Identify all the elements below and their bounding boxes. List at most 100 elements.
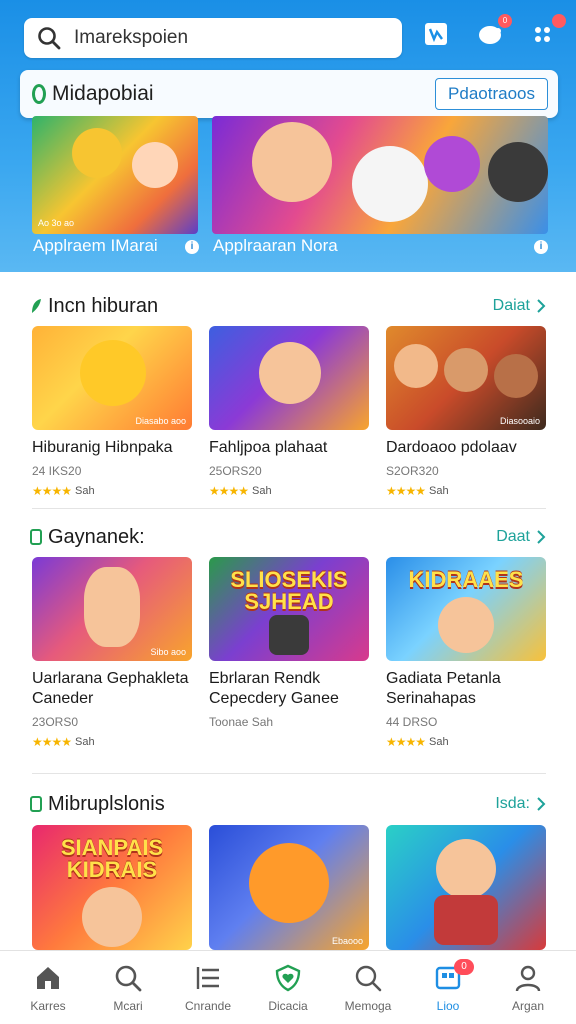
rating-stars-icon: ★★★★ bbox=[32, 735, 72, 749]
nav-item-search[interactable]: Mcari bbox=[94, 963, 162, 1013]
see-more-link[interactable]: Daat bbox=[496, 528, 546, 546]
store-leaf-icon bbox=[32, 84, 46, 104]
thumbnail-caption: Diasooaio bbox=[499, 416, 540, 426]
see-more-label: Isda: bbox=[495, 795, 530, 812]
banner-2-label[interactable]: Applraaran Nora bbox=[213, 236, 338, 256]
wallet-button[interactable] bbox=[422, 20, 450, 48]
banner-bear-art bbox=[72, 128, 122, 178]
chevron-right-icon bbox=[537, 797, 546, 811]
app-thumbnail[interactable] bbox=[386, 825, 546, 950]
info-icon[interactable]: i bbox=[534, 240, 548, 254]
orange-bear-art bbox=[249, 843, 329, 923]
game-art-title: SLIOSEKIS SJHEAD bbox=[230, 567, 348, 614]
app-row-games: Sibo aoo Uarlarana Gephakleta Caneder 23… bbox=[32, 557, 546, 749]
app-card[interactable] bbox=[386, 825, 546, 950]
nav-item-profile[interactable]: Argan bbox=[494, 963, 562, 1013]
character-art bbox=[394, 344, 438, 388]
app-thumbnail[interactable]: SLIOSEKIS SJHEAD bbox=[209, 557, 369, 661]
banner-tag: Ao 3o ao bbox=[38, 218, 75, 228]
app-meta: 24 IKS20 bbox=[32, 464, 82, 478]
app-thumbnail[interactable]: Diasabo aoo bbox=[32, 326, 192, 430]
magnifier-icon bbox=[355, 965, 382, 991]
app-title: Gadiata Petanla Serinahapas bbox=[386, 670, 501, 707]
banner-robot-art bbox=[488, 142, 548, 202]
app-rating: ★★★★ Sah bbox=[32, 484, 192, 498]
app-meta: 23ORS0 bbox=[32, 715, 79, 729]
bottom-navigation: Karres Mcari Cnrande Dicacia Memoga 0 Li… bbox=[0, 950, 576, 1024]
header-area: 0 Midapobiai Pdaotraoos Ao 3o ao Applrae… bbox=[0, 0, 576, 272]
app-card[interactable]: SIANPAIS KIDRAIS bbox=[32, 825, 192, 950]
nav-item-categories[interactable]: Cnrande bbox=[174, 963, 242, 1013]
rating-stars-icon: ★★★★ bbox=[386, 735, 426, 749]
app-title: Ebrlaran Rendk Cepecdery Ganee bbox=[209, 670, 339, 707]
thumbnail-caption: Ebaooo bbox=[331, 936, 363, 946]
app-card[interactable]: Ebaooo bbox=[209, 825, 369, 950]
info-icon[interactable]: i bbox=[185, 240, 199, 254]
app-meta: Toonae Sah bbox=[209, 715, 274, 729]
chevron-right-icon bbox=[537, 299, 546, 313]
list-icon bbox=[196, 966, 219, 989]
home-icon bbox=[37, 966, 59, 989]
wallet-icon bbox=[425, 23, 447, 45]
nav-item-home[interactable]: Karres bbox=[14, 963, 82, 1013]
app-title: Hiburanig Hibnpaka bbox=[32, 439, 173, 456]
boy-character-art bbox=[82, 887, 142, 947]
more-apps-button[interactable] bbox=[530, 14, 566, 48]
app-thumbnail[interactable]: Ebaooo bbox=[209, 825, 369, 950]
app-card[interactable]: SLIOSEKIS SJHEAD Ebrlaran Rendk Cepecder… bbox=[209, 557, 369, 749]
app-rating: ★★★★ Sah bbox=[32, 735, 192, 749]
notification-badge: 0 bbox=[498, 14, 512, 28]
app-card[interactable]: Diasabo aoo Hiburanig Hibnpaka 24 IKS20 … bbox=[32, 326, 192, 498]
featured-banner-1[interactable]: Ao 3o ao bbox=[32, 116, 198, 234]
nav-item-library[interactable]: 0 Lioo bbox=[414, 958, 482, 1013]
bear-art bbox=[80, 340, 146, 406]
store-name: Midapobiai bbox=[52, 82, 154, 105]
rating-label: Sah bbox=[75, 736, 95, 748]
store-action-button[interactable]: Pdaotraoos bbox=[435, 78, 548, 110]
notification-button[interactable]: 0 bbox=[476, 14, 512, 48]
app-rating: ★★★★ Sah bbox=[209, 484, 369, 498]
see-more-label: Daiat bbox=[492, 297, 530, 314]
boy-character-art bbox=[438, 597, 494, 653]
see-more-link[interactable]: Daiat bbox=[493, 297, 546, 315]
hero-boy-art bbox=[259, 342, 321, 404]
shield-heart-icon bbox=[275, 964, 301, 991]
apps-badge bbox=[552, 14, 566, 28]
rating-label: Sah bbox=[429, 485, 449, 497]
nav-item-discover[interactable]: Memoga bbox=[334, 963, 402, 1013]
banner-ball-art bbox=[424, 136, 480, 192]
section-header-entertainment: Incn hiburan Daiat bbox=[30, 292, 546, 320]
see-more-link[interactable]: Isda: bbox=[495, 795, 546, 813]
app-card[interactable]: Fahljpoa plahaat 25ORS20 ★★★★ Sah bbox=[209, 326, 369, 498]
app-meta: S2OR320 bbox=[386, 464, 439, 478]
game-art-title: KIDRAAES bbox=[408, 567, 524, 592]
featured-banner-2[interactable] bbox=[212, 116, 548, 234]
store-bar[interactable]: Midapobiai Pdaotraoos bbox=[20, 70, 558, 118]
search-icon bbox=[115, 965, 142, 991]
section-header-games: Gaynanek: Daat bbox=[30, 523, 546, 551]
nav-label: Dicacia bbox=[268, 998, 308, 1013]
armor-art bbox=[434, 895, 498, 945]
banner-boy-art bbox=[252, 122, 332, 202]
app-card[interactable]: Diasooaio Dardoaoo pdolaav S2OR320 ★★★★ S… bbox=[386, 326, 546, 498]
app-thumbnail[interactable]: Diasooaio bbox=[386, 326, 546, 430]
rating-stars-icon: ★★★★ bbox=[386, 484, 426, 498]
nav-label: Mcari bbox=[113, 998, 143, 1013]
section-leaf-icon bbox=[32, 299, 41, 313]
app-card[interactable]: Sibo aoo Uarlarana Gephakleta Caneder 23… bbox=[32, 557, 192, 749]
nav-label: Karres bbox=[30, 998, 66, 1013]
search-input[interactable] bbox=[74, 27, 364, 49]
app-card[interactable]: KIDRAAES Gadiata Petanla Serinahapas 44 … bbox=[386, 557, 546, 749]
nav-item-safety[interactable]: Dicacia bbox=[254, 963, 322, 1013]
app-thumbnail[interactable]: SIANPAIS KIDRAIS bbox=[32, 825, 192, 950]
app-rating: ★★★★ Sah bbox=[386, 484, 546, 498]
app-thumbnail[interactable]: KIDRAAES bbox=[386, 557, 546, 661]
app-meta: 44 DRSO bbox=[386, 715, 438, 729]
header-icons: 0 bbox=[422, 14, 566, 48]
app-thumbnail[interactable]: Sibo aoo bbox=[32, 557, 192, 661]
app-thumbnail[interactable] bbox=[209, 326, 369, 430]
banner-1-label[interactable]: Applraem IMarai bbox=[33, 236, 158, 256]
search-bar[interactable] bbox=[24, 18, 402, 58]
section-leaf-icon bbox=[30, 796, 42, 812]
girl-character-art bbox=[84, 567, 140, 647]
